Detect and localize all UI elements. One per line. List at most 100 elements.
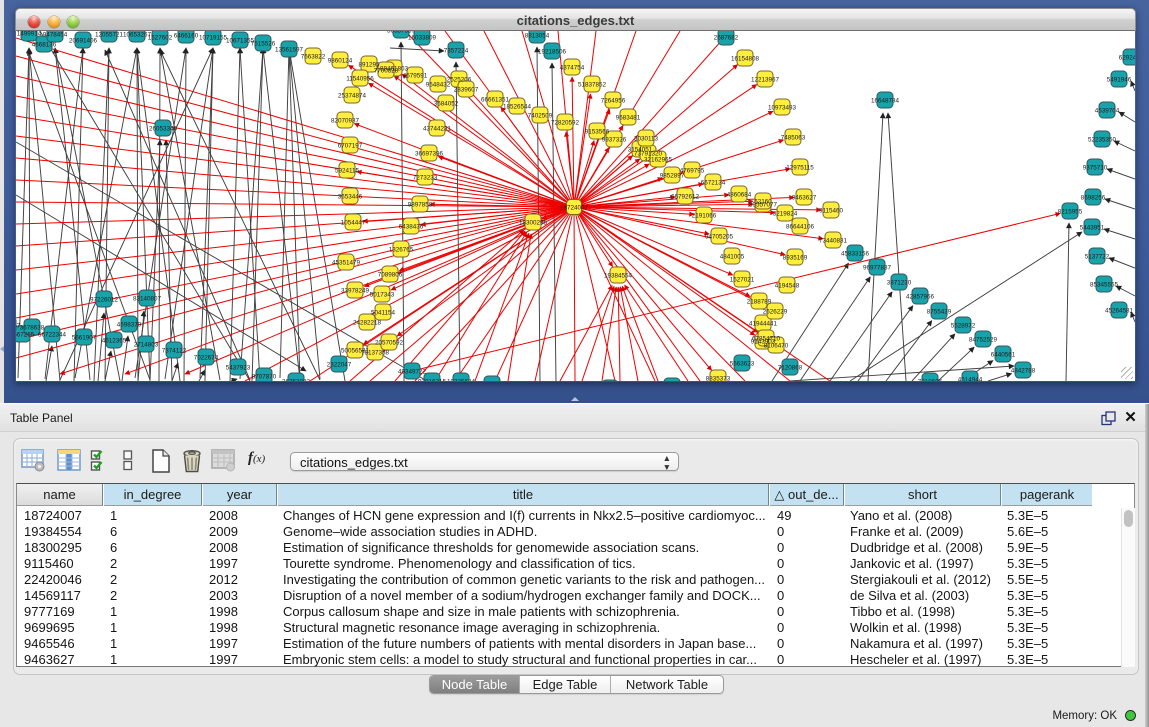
- svg-text:42857966: 42857966: [906, 293, 935, 300]
- svg-text:7357224: 7357224: [444, 47, 469, 54]
- svg-text:7210606: 7210606: [918, 378, 943, 381]
- svg-text:2322047: 2322047: [327, 361, 352, 368]
- svg-text:8935169: 8935169: [783, 254, 808, 261]
- svg-text:1527602: 1527602: [148, 34, 173, 41]
- svg-text:5667265: 5667265: [16, 331, 35, 338]
- svg-text:9478454: 9478454: [43, 31, 68, 38]
- svg-text:97226012: 97226012: [90, 296, 119, 303]
- svg-text:7663822: 7663822: [301, 53, 326, 60]
- svg-text:2626229: 2626229: [763, 308, 788, 315]
- svg-text:1527021: 1527021: [730, 276, 755, 283]
- svg-text:78137358: 78137358: [361, 349, 390, 356]
- svg-text:43744231: 43744231: [423, 125, 452, 132]
- svg-text:3653446: 3653446: [338, 193, 363, 200]
- svg-text:85345555: 85345555: [1090, 281, 1119, 288]
- svg-text:82070937: 82070937: [331, 117, 360, 124]
- svg-text:19218506: 19218506: [538, 48, 567, 55]
- svg-text:45264581: 45264581: [1105, 307, 1134, 314]
- svg-text:5443951: 5443951: [1080, 224, 1105, 231]
- svg-text:7402509: 7402509: [528, 112, 553, 119]
- svg-text:6440561: 6440561: [991, 351, 1016, 358]
- svg-text:9153566: 9153566: [585, 128, 610, 135]
- svg-text:32162965: 32162965: [644, 156, 673, 163]
- svg-text:16154808: 16154808: [731, 55, 760, 62]
- svg-text:7264956: 7264956: [601, 97, 626, 104]
- svg-text:72820592: 72820592: [551, 119, 580, 126]
- svg-text:7374122: 7374122: [162, 347, 187, 354]
- svg-text:9463627: 9463627: [792, 194, 817, 201]
- svg-text:19335534: 19335534: [447, 378, 476, 381]
- svg-text:2191066: 2191066: [692, 212, 717, 219]
- svg-text:10719155: 10719155: [199, 34, 228, 41]
- svg-text:8707870: 8707870: [252, 373, 277, 380]
- svg-text:1054447: 1054447: [341, 219, 366, 226]
- svg-text:51837852: 51837852: [578, 81, 607, 88]
- svg-text:5041154: 5041154: [371, 309, 396, 316]
- svg-text:2188789: 2188789: [747, 298, 772, 305]
- svg-text:18724007: 18724007: [560, 204, 589, 211]
- svg-text:7022674: 7022674: [194, 354, 219, 361]
- svg-text:4842788: 4842788: [1011, 367, 1036, 374]
- svg-text:18300295: 18300295: [519, 219, 548, 226]
- svg-text:96977837: 96977837: [863, 264, 892, 271]
- svg-text:83140807: 83140807: [133, 295, 162, 302]
- svg-text:25374874: 25374874: [338, 92, 367, 99]
- svg-text:7700828: 7700828: [374, 67, 399, 74]
- svg-text:8835373: 8835373: [706, 375, 731, 381]
- svg-text:5137722: 5137722: [1085, 253, 1110, 260]
- svg-text:1499914: 1499914: [17, 31, 42, 37]
- svg-text:7515526: 7515526: [251, 40, 276, 47]
- svg-text:2714803: 2714803: [134, 341, 159, 348]
- svg-text:4612365: 4612365: [102, 337, 127, 344]
- svg-text:7120868: 7120868: [778, 364, 803, 371]
- svg-text:2839607: 2839607: [454, 86, 479, 93]
- svg-text:4769795: 4769795: [680, 167, 705, 174]
- svg-text:9683481: 9683481: [616, 114, 641, 121]
- svg-text:5528972: 5528972: [951, 322, 976, 329]
- svg-text:24282218: 24282218: [353, 319, 382, 326]
- svg-text:4539704: 4539704: [1095, 107, 1120, 114]
- svg-text:16648784: 16648784: [871, 97, 900, 104]
- svg-text:16033809: 16033809: [408, 34, 437, 41]
- svg-text:73440831: 73440831: [819, 237, 848, 244]
- svg-text:9860124: 9860124: [328, 57, 353, 64]
- svg-text:7485063: 7485063: [781, 134, 806, 141]
- svg-text:45351479: 45351479: [332, 259, 361, 266]
- svg-text:8698256: 8698256: [1081, 194, 1106, 201]
- svg-text:13561597: 13561597: [275, 46, 304, 53]
- svg-text:20570592: 20570592: [375, 339, 404, 346]
- svg-text:4698379: 4698379: [117, 321, 142, 328]
- svg-text:9115460: 9115460: [819, 207, 844, 214]
- svg-text:4194548: 4194548: [775, 282, 800, 289]
- svg-text:5017343: 5017343: [370, 291, 395, 298]
- svg-text:4226067: 4226067: [16, 322, 21, 329]
- svg-text:36697396: 36697396: [415, 150, 444, 157]
- svg-text:3030113: 3030113: [634, 135, 659, 142]
- svg-text:9375710: 9375710: [1083, 164, 1108, 171]
- svg-text:5924115: 5924115: [335, 167, 360, 174]
- svg-text:2525206: 2525206: [447, 76, 472, 83]
- svg-text:4679591: 4679591: [403, 72, 428, 79]
- svg-text:9937326: 9937326: [602, 136, 627, 143]
- svg-text:8755439: 8755439: [927, 308, 952, 315]
- svg-text:94705205: 94705205: [705, 233, 734, 240]
- svg-text:66661351: 66661351: [481, 96, 510, 103]
- svg-text:12055721: 12055721: [95, 31, 124, 38]
- svg-text:45833156: 45833156: [841, 250, 870, 257]
- svg-text:7273233: 7273233: [413, 174, 438, 181]
- svg-text:10973493: 10973493: [768, 104, 797, 111]
- svg-text:5491946: 5491946: [1107, 76, 1132, 83]
- svg-text:5437923: 5437923: [226, 364, 251, 371]
- svg-text:6672134: 6672134: [701, 179, 726, 186]
- svg-text:84752529: 84752529: [969, 336, 998, 343]
- svg-text:8215955: 8215955: [1058, 208, 1083, 215]
- svg-text:5661907: 5661907: [72, 334, 97, 341]
- svg-text:4668136: 4668136: [32, 41, 57, 48]
- svg-text:41944441: 41944441: [749, 320, 778, 327]
- svg-text:4841005: 4841005: [720, 253, 745, 260]
- svg-text:86644106: 86644106: [786, 223, 815, 230]
- svg-text:2687682: 2687682: [714, 34, 739, 41]
- svg-text:66792612: 66792612: [671, 193, 700, 200]
- svg-text:6292423: 6292423: [1119, 54, 1135, 61]
- svg-text:26053346: 26053346: [149, 125, 178, 132]
